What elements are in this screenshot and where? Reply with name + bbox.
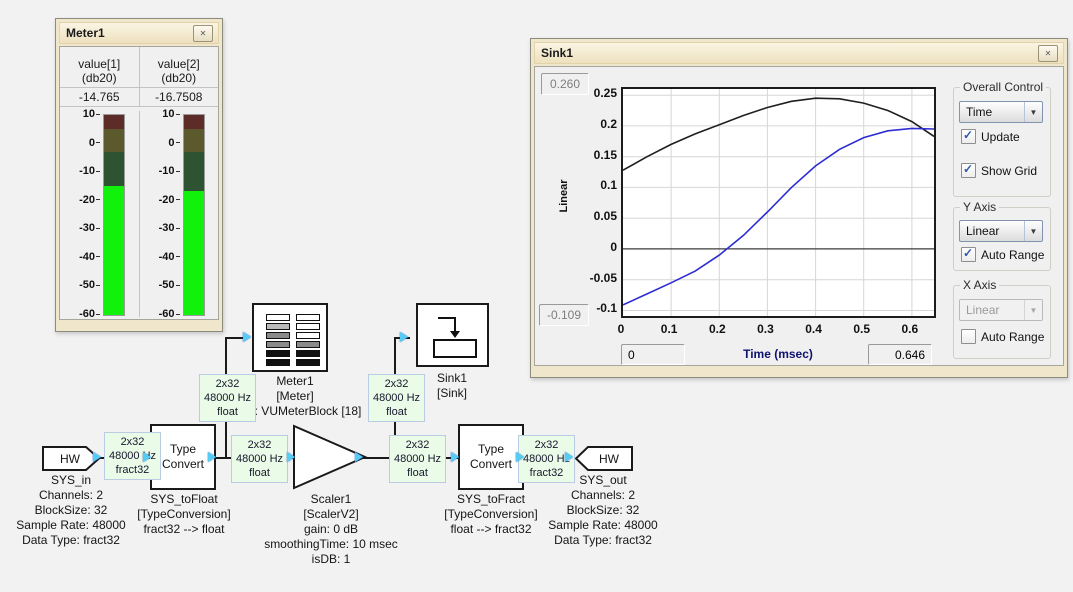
meter-col-header-2: value[2] (db20)	[140, 47, 219, 88]
x-auto-range-checkbox[interactable]: Auto Range	[961, 329, 1044, 344]
x-tick-label: 0.4	[799, 322, 829, 336]
y-tick-label: 0.1	[575, 178, 617, 192]
port-icon[interactable]	[451, 452, 459, 462]
meter-window: Meter1 ✕ value[1] (db20) value[2] (db20)…	[55, 18, 223, 332]
block-sink[interactable]	[416, 303, 489, 367]
vu-meter-bar	[103, 114, 125, 316]
meter-window-titlebar[interactable]: Meter1 ✕	[59, 22, 219, 44]
y-tick-label: 0.25	[575, 86, 617, 100]
y-axis-scale-dropdown[interactable]: Linear ▼	[959, 220, 1043, 242]
update-checkbox[interactable]: Update	[961, 129, 1020, 144]
y-tick-label: -0.1	[575, 301, 617, 315]
sink-window: Sink1 ✕ 0.260 -0.109 Linear 0.250.20.150…	[530, 38, 1068, 378]
y-tick-label: -0.05	[575, 271, 617, 285]
checkbox-box	[961, 163, 976, 178]
checkbox-box	[961, 247, 976, 262]
x-axis-title: Time (msec)	[718, 347, 838, 361]
vu-meter-channel-2: 100-10-20-30-40-50-60	[140, 111, 219, 317]
block-meter[interactable]	[252, 303, 328, 372]
meter-col-header-1: value[1] (db20)	[60, 47, 140, 88]
x-tick-label: 0.5	[847, 322, 877, 336]
sink-window-body: 0.260 -0.109 Linear 0.250.20.150.10.050-…	[534, 66, 1064, 366]
y-axis-group-label: Y Axis	[960, 200, 999, 214]
meter-value-table: value[1] (db20) value[2] (db20) -14.765 …	[60, 47, 218, 107]
chevron-down-icon: ▼	[1024, 102, 1042, 122]
y-tick-label: 0.05	[575, 209, 617, 223]
type-convert-1-caption: SYS_toFloat[TypeConversion] fract32 --> …	[104, 492, 264, 537]
vu-meter-scale: 100-10-20-30-40-50-60	[140, 114, 182, 314]
x-tick-label: 0	[606, 322, 636, 336]
port-icon[interactable]	[243, 332, 251, 342]
meter-reading-2: -16.7508	[140, 88, 219, 106]
meter-reading-1: -14.765	[60, 88, 140, 106]
x-tick-label: 0.2	[702, 322, 732, 336]
checkbox-box	[961, 129, 976, 144]
overall-control-group-label: Overall Control	[960, 80, 1046, 94]
wire-label: 2x3248000 Hzfloat	[389, 435, 446, 483]
x-min-field[interactable]: 0	[621, 344, 685, 365]
chevron-down-icon: ▼	[1024, 300, 1042, 320]
port-icon[interactable]	[143, 452, 151, 462]
y-tick-label: 0	[575, 240, 617, 254]
canvas: Meter1 ✕ value[1] (db20) value[2] (db20)…	[0, 0, 1073, 592]
wire-label: 2x3248000 Hzfract32	[104, 432, 161, 480]
port-icon[interactable]	[93, 452, 101, 462]
meter-window-body: value[1] (db20) value[2] (db20) -14.765 …	[59, 46, 219, 320]
wire-label: 2x3248000 Hzfloat	[368, 374, 425, 422]
port-icon[interactable]	[208, 452, 216, 462]
x-axis-group: X Axis	[953, 285, 1051, 359]
sink-window-title: Sink1	[541, 46, 573, 60]
x-tick-label: 0.1	[654, 322, 684, 336]
block-sys-out[interactable]: HW	[571, 446, 634, 471]
x-max-field[interactable]: 0.646	[868, 344, 932, 365]
block-type-convert-2[interactable]: Type Convert	[458, 424, 524, 490]
svg-text:HW: HW	[599, 452, 620, 466]
close-icon[interactable]: ✕	[1038, 45, 1058, 62]
show-grid-checkbox[interactable]: Show Grid	[961, 163, 1037, 178]
port-icon[interactable]	[400, 332, 408, 342]
port-icon[interactable]	[287, 452, 295, 462]
vu-meter-channel-1: 100-10-20-30-40-50-60	[60, 111, 140, 317]
x-axis-group-label: X Axis	[960, 278, 999, 292]
x-tick-label: 0.6	[895, 322, 925, 336]
chevron-down-icon: ▼	[1024, 221, 1042, 241]
scaler-caption: Scaler1[ScalerV2] gain: 0 dBsmoothingTim…	[241, 492, 421, 567]
port-icon[interactable]	[565, 452, 573, 462]
svg-text:HW: HW	[60, 452, 81, 466]
checkbox-box	[961, 329, 976, 344]
vu-meter-scale: 100-10-20-30-40-50-60	[60, 114, 102, 314]
close-icon[interactable]: ✕	[193, 25, 213, 42]
sink-window-titlebar[interactable]: Sink1 ✕	[534, 42, 1064, 64]
line-chart	[623, 89, 934, 316]
port-icon[interactable]	[516, 452, 524, 462]
y-tick-label: 0.15	[575, 148, 617, 162]
vu-meter-icon	[266, 314, 320, 368]
x-axis-scale-dropdown: Linear ▼	[959, 299, 1043, 321]
y-axis-title: Linear	[558, 166, 572, 226]
plot-area	[621, 87, 936, 318]
y-auto-range-checkbox[interactable]: Auto Range	[961, 247, 1044, 262]
meter-window-title: Meter1	[66, 26, 105, 40]
sys-out-caption: SYS_outChannels: 2 BlockSize: 32Sample R…	[523, 473, 683, 548]
vu-meter-bar	[183, 114, 205, 316]
x-tick-label: 0.3	[750, 322, 780, 336]
wire-label: 2x3248000 Hzfloat	[231, 435, 288, 483]
domain-dropdown[interactable]: Time ▼	[959, 101, 1043, 123]
wire-label: 2x3248000 Hzfloat	[199, 374, 256, 422]
y-tick-label: 0.2	[575, 117, 617, 131]
port-icon[interactable]	[355, 452, 363, 462]
